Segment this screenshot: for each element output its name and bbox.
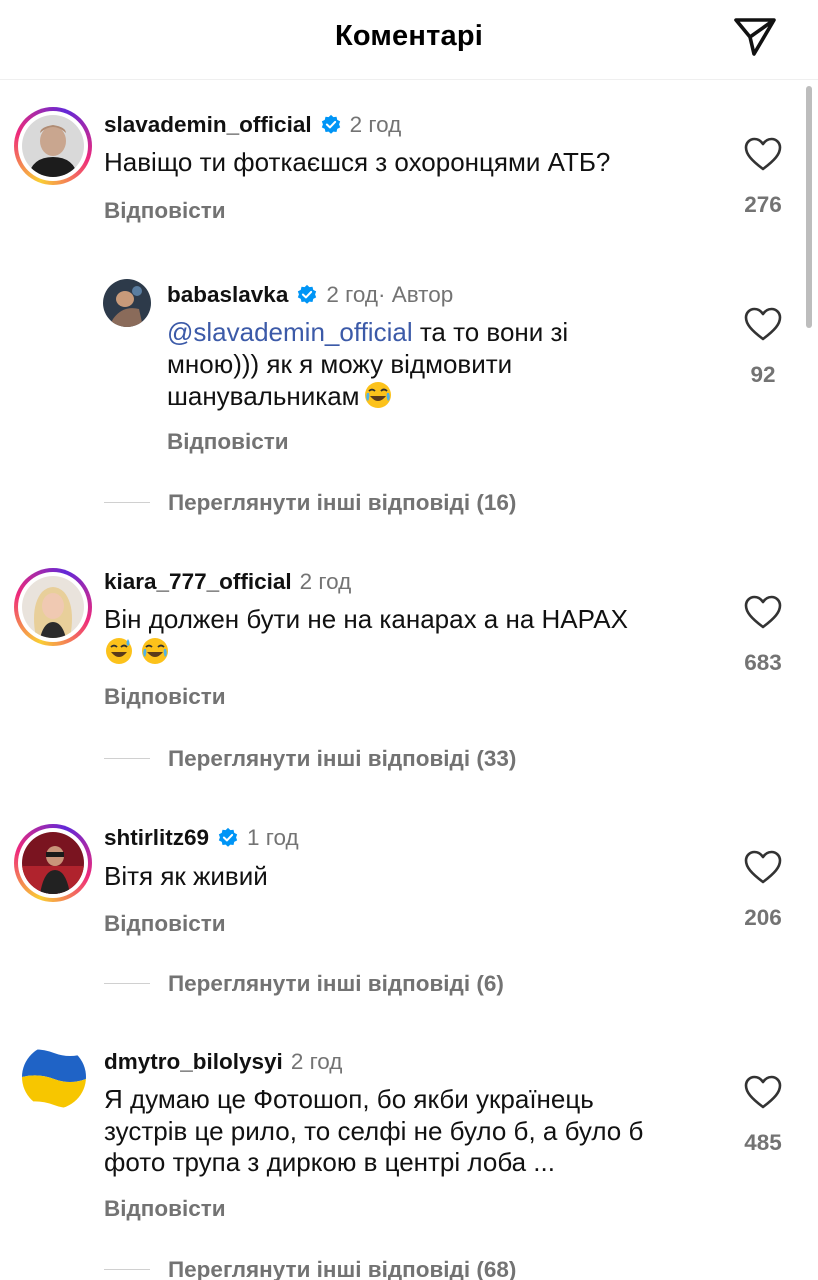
verified-icon (321, 114, 340, 134)
avatar[interactable] (103, 279, 151, 327)
author-label: · Автор (377, 282, 454, 307)
divider-line (104, 502, 150, 503)
page-title: Коментарі (334, 20, 484, 52)
username[interactable]: slavademin_official (104, 112, 312, 138)
heart-icon[interactable] (743, 135, 783, 175)
view-more-replies[interactable]: Переглянути інші відповіді (16) (168, 490, 516, 516)
avatar[interactable] (14, 568, 92, 646)
avatar[interactable] (22, 1045, 86, 1109)
send-icon[interactable] (730, 14, 780, 60)
comments-header: Коментарі (0, 0, 818, 80)
reply-button[interactable]: Відповісти (104, 1196, 226, 1222)
comment-time: 2 год (299, 569, 352, 594)
avatar[interactable] (14, 107, 92, 185)
ukraine-flag-icon (22, 1045, 86, 1109)
username[interactable]: kiara_777_official (104, 569, 292, 595)
comment-text-body: Він должен бути не на канарах а на НАРАХ (104, 604, 628, 634)
user-photo (22, 115, 84, 177)
reply-button[interactable]: Відповісти (104, 911, 226, 937)
user-photo (103, 279, 151, 327)
comment-time: 2 год (326, 282, 378, 307)
comment-text: @slavademin_official та то вони зі мною)… (167, 317, 568, 413)
laughing-emoji-icon (142, 637, 168, 664)
mention-link[interactable]: @slavademin_official (167, 317, 413, 347)
heart-icon[interactable] (743, 848, 783, 888)
emoji-line: 😅 😂 (104, 637, 173, 667)
like-count: 92 (750, 362, 776, 387)
comment-meta: kiara_777_official 2 год (104, 569, 351, 595)
laughing-emoji-icon (364, 382, 391, 408)
username[interactable]: dmytro_bilolysyi (104, 1049, 283, 1075)
view-more-replies[interactable]: Переглянути інші відповіді (68) (168, 1257, 516, 1280)
comments-sheet: Коментарі slavademin_official 2 год Наві… (0, 0, 818, 1280)
reply-button[interactable]: Відповісти (167, 429, 289, 455)
divider-line (104, 758, 150, 759)
divider-line (104, 1269, 150, 1270)
scrollbar[interactable] (806, 86, 812, 328)
view-more-replies[interactable]: Переглянути інші відповіді (33) (168, 746, 516, 772)
like-count: 683 (744, 650, 782, 675)
comment-meta: babaslavka 2 год · Автор (167, 282, 453, 308)
like-count: 206 (744, 905, 782, 930)
like-count: 276 (744, 192, 782, 217)
verified-icon (298, 284, 317, 304)
heart-icon[interactable] (743, 1073, 783, 1113)
comment-text: Він должен бути не на канарах а на НАРАХ… (104, 604, 628, 668)
user-photo (22, 832, 84, 894)
heart-icon[interactable] (743, 593, 783, 633)
reply-button[interactable]: Відповісти (104, 684, 226, 710)
comment-text: Я думаю це Фотошоп, бо якби українець зу… (104, 1084, 644, 1177)
avatar[interactable] (14, 824, 92, 902)
emoji: 😂 (360, 381, 396, 411)
comment-meta: shtirlitz69 1 год (104, 825, 299, 851)
username[interactable]: babaslavka (167, 282, 288, 308)
comment-meta: dmytro_bilolysyi 2 год (104, 1049, 342, 1075)
comment-meta: slavademin_official 2 год (104, 112, 401, 138)
comment-time: 2 год (349, 112, 402, 137)
view-more-replies[interactable]: Переглянути інші відповіді (6) (168, 971, 504, 997)
comment-time: 1 год (247, 825, 299, 850)
sweat-smile-emoji-icon (106, 637, 132, 664)
like-count: 485 (744, 1130, 782, 1155)
divider-line (104, 983, 150, 984)
username[interactable]: shtirlitz69 (104, 825, 209, 851)
reply-button[interactable]: Відповісти (104, 198, 226, 224)
comment-time: 2 год (290, 1049, 343, 1074)
user-photo (22, 576, 84, 638)
verified-icon (218, 827, 238, 847)
comment-text: Навіщо ти фоткаєшся з охоронцями АТБ? (104, 147, 611, 177)
comment-text: Вітя як живий (104, 861, 268, 891)
heart-icon[interactable] (743, 305, 783, 345)
